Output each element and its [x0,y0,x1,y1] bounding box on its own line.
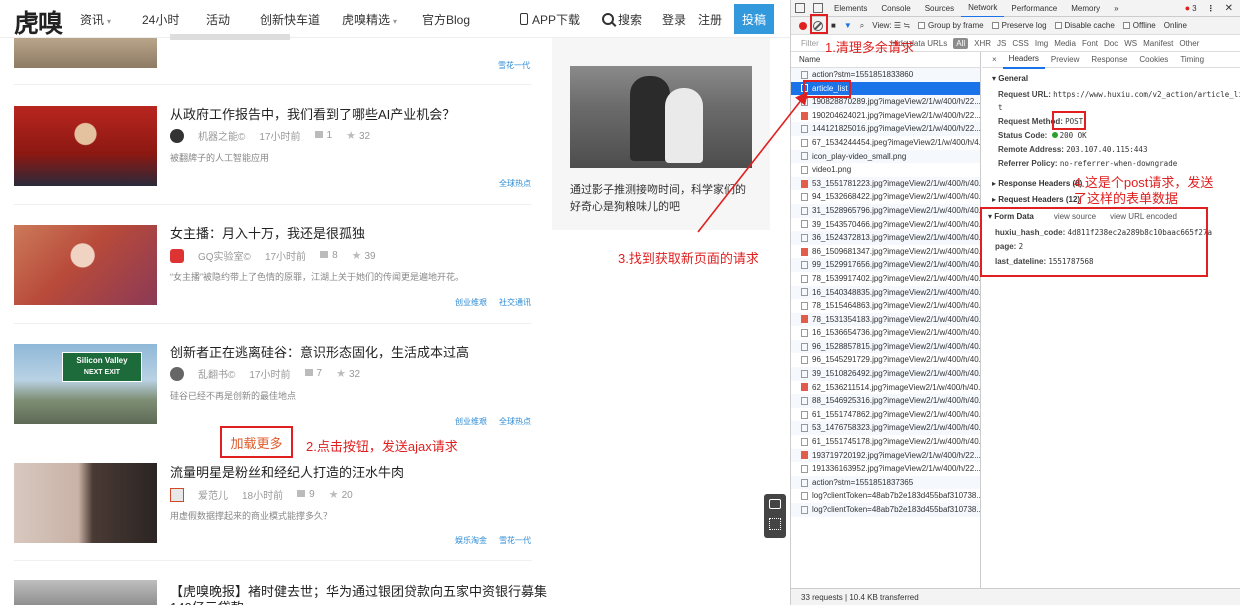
screenshot-root: 虎嗅 资讯 ▾ 24小时 活动 创新快车道 虎嗅精选 ▾ 官方Blog APP下载 … [0,0,1240,605]
annotation-arrows [697,91,808,233]
annotation-arrow [697,91,808,233]
